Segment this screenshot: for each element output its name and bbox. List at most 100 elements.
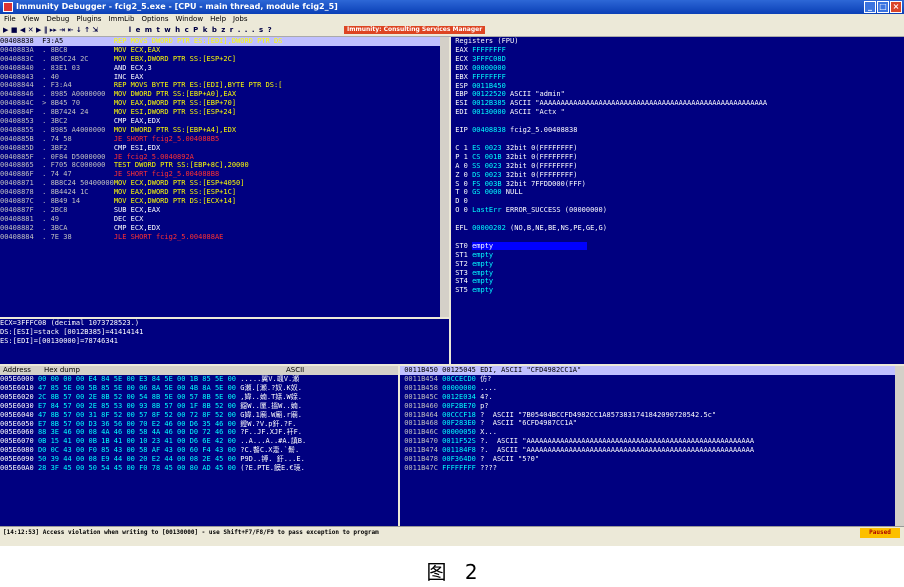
disasm-row[interactable]: 00408846 . 8985 A0000000 MOV DWORD PTR S…: [0, 90, 449, 99]
disasm-row[interactable]: 00408865 . F705 8C000000 TEST DWORD PTR …: [0, 161, 449, 170]
register-line[interactable]: ST1 empty: [451, 251, 904, 260]
close-button[interactable]: ×: [890, 1, 902, 13]
dump-ascii: ?F..JF.XJF.衦F.: [240, 428, 303, 437]
maximize-button[interactable]: □: [877, 1, 889, 13]
stack-row[interactable]: 0011B468 00F283E0 ? ASCII "6CFD4987CC1A": [400, 419, 904, 428]
register-line[interactable]: EFL 00000202 (NO,B,NE,BE,NS,PE,GE,G): [451, 224, 904, 233]
stack-row[interactable]: 0011B46C 00000050 X...: [400, 428, 904, 437]
register-line[interactable]: EAX FFFFFFFF: [451, 46, 904, 55]
register-line[interactable]: ST3 empty: [451, 269, 904, 278]
register-line[interactable]: ST2 empty: [451, 260, 904, 269]
dump-row[interactable]: 005E6000 00 00 00 00 E4 84 5E 00 E3 84 5…: [0, 375, 398, 384]
register-line[interactable]: O 0 LastErr ERROR_SUCCESS (00000000): [451, 206, 904, 215]
register-value: DS 0023: [472, 170, 506, 179]
dump-row[interactable]: 005E6060 88 3E 46 00 08 4A 46 00 58 4A 4…: [0, 428, 398, 437]
stack-row[interactable]: 0011B450 00125045 EDI, ASCII "CFD4982CC1…: [400, 366, 904, 375]
menu-item-5[interactable]: Options: [141, 15, 168, 23]
dump-row[interactable]: 005E6090 50 39 44 00 08 E9 44 00 20 E2 4…: [0, 455, 398, 464]
stack-row[interactable]: 0011B460 00F2BE70 p?: [400, 402, 904, 411]
register-line[interactable]: ECX 3FFFC08D: [451, 55, 904, 64]
register-line[interactable]: [451, 117, 904, 126]
register-line[interactable]: ST0 empty: [451, 241, 904, 251]
minimize-button[interactable]: _: [864, 1, 876, 13]
stack-row[interactable]: 0011B45C 0012E034 4?.: [400, 393, 904, 402]
disasm-row[interactable]: 00408843 . 40 INC EAX: [0, 73, 449, 82]
stack-row[interactable]: 0011B47C FFFFFFFF ????: [400, 464, 904, 473]
disasm-row[interactable]: 00408882 . 3BCA CMP ECX,EDX: [0, 224, 449, 233]
toolbar-window-letters[interactable]: l e m t w h c P k b z r . . . s ?: [129, 24, 273, 36]
register-line[interactable]: EDI 00130000 ASCII "Actx ": [451, 108, 904, 117]
toolbar-buttons[interactable]: ▶ ■ ◀ ✕ ▶ ‖ ▸▸ ⇥ ⇤ ↓ ↑ ⇲: [3, 24, 98, 36]
disasm-row[interactable]: 00408840 . 83E1 03 AND ECX,3: [0, 64, 449, 73]
menu-item-2[interactable]: Debug: [46, 15, 69, 23]
menu-item-7[interactable]: Help: [210, 15, 226, 23]
menu-item-3[interactable]: Plugins: [76, 15, 101, 23]
disasm-row[interactable]: 00408884 . 7E 38 JLE SHORT fcig2_5.00408…: [0, 233, 449, 242]
register-line[interactable]: ST4 empty: [451, 277, 904, 286]
menu-item-6[interactable]: Window: [175, 15, 203, 23]
dump-row[interactable]: 005E6080 D0 0C 43 00 F0 85 43 00 58 AF 4…: [0, 446, 398, 455]
disasm-row[interactable]: 0040884F . 8B7424 24 MOV ESI,DWORD PTR S…: [0, 108, 449, 117]
stack-row[interactable]: 0011B474 001184F8 ?. ASCII "AAAAAAAAAAAA…: [400, 446, 904, 455]
register-line[interactable]: ST5 empty: [451, 286, 904, 295]
register-line[interactable]: ESI 0012B385 ASCII "AAAAAAAAAAAAAAAAAAAA…: [451, 99, 904, 108]
register-line[interactable]: A 0 SS 0023 32bit 0(FFFFFFFF): [451, 162, 904, 171]
toolbar-badge[interactable]: Immunity: Consulting Services Manager: [344, 26, 486, 34]
stack-pane[interactable]: 0011B450 00125045 EDI, ASCII "CFD4982CC1…: [400, 366, 904, 526]
disasm-row[interactable]: 0040885D . 3BF2 CMP ESI,EDX: [0, 144, 449, 153]
register-line[interactable]: D 0: [451, 197, 904, 206]
disasm-row[interactable]: 00408871 . 8B8C24 50400000MOV ECX,DWORD …: [0, 179, 449, 188]
register-line[interactable]: [451, 135, 904, 144]
disasm-row[interactable]: 00408838 F3:A5 REP MOVS DWORD PTR ES:[ED…: [0, 37, 449, 46]
menu-item-1[interactable]: View: [23, 15, 40, 23]
title-bar[interactable]: Immunity Debugger - fcig2_5.exe - [CPU -…: [0, 0, 904, 14]
disasm-row[interactable]: 0040887F . 2BC8 SUB ECX,EAX: [0, 206, 449, 215]
register-line[interactable]: S 0 FS 003B 32bit 7FFDD000(FFF): [451, 180, 904, 189]
register-line[interactable]: [451, 233, 904, 242]
disasm-row[interactable]: 00408878 . 8B4424 1C MOV EAX,DWORD PTR S…: [0, 188, 449, 197]
stack-row[interactable]: 0011B478 00F364D0 ? ASCII "5?0": [400, 455, 904, 464]
menu-item-4[interactable]: ImmLib: [108, 15, 134, 23]
register-line[interactable]: EBX FFFFFFFF: [451, 73, 904, 82]
dump-row[interactable]: 005E6040 47 8B 57 00 31 8F 52 00 57 8F 5…: [0, 411, 398, 420]
dump-row[interactable]: 005E6010 47 85 5E 00 5B 85 5E 00 06 8A 5…: [0, 384, 398, 393]
register-line[interactable]: Z 0 DS 0023 32bit 0(FFFFFFFF): [451, 171, 904, 180]
disasm-row[interactable]: 0040886F . 74 47 JE SHORT fcig2_5.004088…: [0, 170, 449, 179]
stack-row[interactable]: 0011B464 00CCCF18 ? ASCII "7B05404BCCFD4…: [400, 411, 904, 420]
disasm-row[interactable]: 0040887C . 8B49 14 MOV ECX,DWORD PTR DS:…: [0, 197, 449, 206]
disasm-row[interactable]: 0040885F . 0F84 D5000000 JE fcig2_5.0040…: [0, 153, 449, 162]
menu-item-0[interactable]: File: [4, 15, 16, 23]
registers-pane[interactable]: Registers (FPU) EAX FFFFFFFF ECX 3FFFC08…: [451, 37, 904, 364]
register-line[interactable]: [451, 215, 904, 224]
disasm-row[interactable]: 0040884C > 8B45 70 MOV EAX,DWORD PTR SS:…: [0, 99, 449, 108]
register-line[interactable]: ESP 0011B450: [451, 82, 904, 91]
register-line[interactable]: EDX 00000000: [451, 64, 904, 73]
disasm-row[interactable]: 0040883C . 8B5C24 2C MOV EBX,DWORD PTR S…: [0, 55, 449, 64]
stack-comment: EDI, ASCII "CFD4982CC1A": [480, 366, 582, 374]
register-line[interactable]: EIP 00408838 fcig2_5.00408838: [451, 126, 904, 135]
dump-row[interactable]: 005E6020 2C 8B 57 00 2E 8B 52 00 54 8B 5…: [0, 393, 398, 402]
disasm-row[interactable]: 00408855 . 8985 A4000000 MOV DWORD PTR S…: [0, 126, 449, 135]
disasm-row[interactable]: 0040885B . 74 58 JE SHORT fcig2_5.004088…: [0, 135, 449, 144]
register-line[interactable]: EBP 00122520 ASCII "admin": [451, 90, 904, 99]
register-line[interactable]: C 1 ES 0023 32bit 0(FFFFFFFF): [451, 144, 904, 153]
stack-row[interactable]: 0011B458 00000000 ....: [400, 384, 904, 393]
register-line[interactable]: P 1 CS 001B 32bit 0(FFFFFFFF): [451, 153, 904, 162]
disasm-row[interactable]: 0040883A . 8BC8 MOV ECX,EAX: [0, 46, 449, 55]
register-comment: 32bit 0(FFFFFFFF): [505, 143, 578, 152]
dump-row[interactable]: 005E6030 E7 84 57 00 2E 85 53 00 93 8B 5…: [0, 402, 398, 411]
register-value: empty: [472, 268, 498, 277]
menu-item-8[interactable]: Jobs: [233, 15, 247, 23]
disasm-row[interactable]: 00408853 . 3BC2 CMP EAX,EDX: [0, 117, 449, 126]
disasm-row[interactable]: 00408844 . F3:A4 REP MOVS BYTE PTR ES:[E…: [0, 81, 449, 90]
disassembly-pane[interactable]: 00408838 F3:A5 REP MOVS DWORD PTR ES:[ED…: [0, 37, 449, 317]
stack-scrollbar[interactable]: [895, 366, 904, 526]
stack-row[interactable]: 0011B454 00CCECD0 仿?: [400, 375, 904, 384]
dump-row[interactable]: 005E60A0 28 3F 45 00 50 54 45 00 F0 78 4…: [0, 464, 398, 473]
dump-row[interactable]: 005E6070 0B 15 41 00 0B 1B 41 00 10 23 4…: [0, 437, 398, 446]
disasm-row[interactable]: 00408881 . 49 DEC ECX: [0, 215, 449, 224]
register-line[interactable]: T 0 GS 0000 NULL: [451, 188, 904, 197]
stack-row[interactable]: 0011B470 0011F52S ?. ASCII "AAAAAAAAAAAA…: [400, 437, 904, 446]
dump-pane[interactable]: 005E6000 00 00 00 00 E4 84 5E 00 E3 84 5…: [0, 375, 398, 526]
disassembly-scrollbar[interactable]: [440, 37, 449, 317]
